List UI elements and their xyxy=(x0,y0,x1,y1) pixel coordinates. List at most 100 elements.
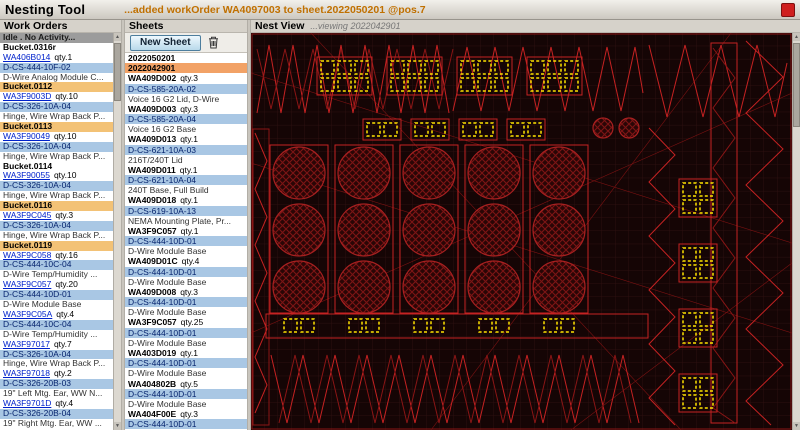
scrollbar-thumb[interactable] xyxy=(793,43,800,127)
nest-scrollbar[interactable]: ▲ ▼ xyxy=(792,33,800,430)
part-number-row[interactable]: D-CS-326-20B-03 xyxy=(0,379,113,390)
scrollbar-thumb[interactable] xyxy=(114,43,121,101)
work-order-row[interactable]: WA409D018 qty.1 xyxy=(125,195,247,205)
work-order-qty: qty.3 xyxy=(55,211,74,221)
top-bar: Nesting Tool ...added workOrder WA409700… xyxy=(0,0,800,20)
work-order-id[interactable]: WA3F9C057 xyxy=(3,280,51,289)
bucket-row[interactable]: Bucket.0119 xyxy=(0,240,113,251)
sheet-tab[interactable]: 2022050201 xyxy=(125,53,247,63)
part-number-row[interactable]: D-CS-619-10A-13 xyxy=(125,205,247,216)
sheets-panel: Sheets New Sheet 2022050201 2022042901 WA4… xyxy=(125,20,247,430)
bucket-row[interactable]: Bucket.0316r xyxy=(0,43,113,53)
nest-canvas[interactable] xyxy=(251,33,792,430)
work-order-row[interactable]: WA404F00E qty.3 xyxy=(125,409,247,419)
work-order-id[interactable]: WA3F97018 xyxy=(3,369,50,378)
scroll-up-icon[interactable]: ▲ xyxy=(793,33,800,41)
work-order-row[interactable]: WA409D011 qty.1 xyxy=(125,165,247,175)
work-order-row[interactable]: WA3F97017 qty.7 xyxy=(0,340,113,350)
work-order-row[interactable]: WA3F9003D qty.10 xyxy=(0,92,113,102)
work-order-qty: qty.3 xyxy=(180,286,198,297)
bucket-row[interactable]: Bucket.0112 xyxy=(0,82,113,93)
trash-icon[interactable] xyxy=(208,36,219,49)
work-order-row[interactable]: WA3F9C057 qty.20 xyxy=(0,280,113,290)
work-order-row[interactable]: WA403D019 qty.1 xyxy=(125,348,247,358)
part-description-row: D-Wire Module Base xyxy=(128,276,207,287)
part-number-row[interactable]: D-CS-444-10C-04 xyxy=(0,260,113,271)
part-number-row[interactable]: D-CS-585-20A-02 xyxy=(125,83,247,94)
work-order-id[interactable]: WA3F9C058 xyxy=(3,251,51,260)
work-order-row[interactable]: WA409D01C qty.4 xyxy=(125,256,247,266)
work-order-row[interactable]: WA3F9C057 qty.25 xyxy=(125,317,247,327)
work-order-id[interactable]: WA3F90049 xyxy=(3,132,50,141)
part-number-row[interactable]: D-CS-444-10C-04 xyxy=(0,319,113,330)
work-order-row[interactable]: WA3F9701D qty.4 xyxy=(0,399,113,409)
work-order-row[interactable]: WA409D008 qty.3 xyxy=(125,287,247,297)
part-number-row[interactable]: D-CS-444-10D-01 xyxy=(125,236,247,247)
app-title: Nesting Tool xyxy=(5,2,86,17)
work-orders-scrollbar[interactable]: ▲ ▼ xyxy=(113,33,121,430)
part-number-row[interactable]: D-CS-326-10A-04 xyxy=(0,102,113,113)
viewing-label: ...viewing 2022042901 xyxy=(310,21,401,31)
part-description-row: D-Wire Module Base xyxy=(128,337,207,348)
part-number-row[interactable]: D-CS-444-10D-01 xyxy=(125,388,247,399)
new-sheet-button[interactable]: New Sheet xyxy=(130,34,201,51)
part-number-row[interactable]: D-CS-326-10A-04 xyxy=(0,349,113,360)
work-order-qty: qty.10 xyxy=(53,131,77,141)
work-order-row[interactable]: WA3F90055 qty.10 xyxy=(0,171,113,181)
bucket-row[interactable]: Bucket.0116 xyxy=(0,201,113,212)
work-order-row[interactable]: WA3F9C058 qty.16 xyxy=(0,251,113,261)
red-app-icon[interactable] xyxy=(781,3,795,17)
work-order-id[interactable]: WA3F97017 xyxy=(3,340,50,349)
work-order-id[interactable]: WA3F90055 xyxy=(3,171,50,180)
work-order-row[interactable]: WA3F90049 qty.10 xyxy=(0,132,113,142)
bucket-row[interactable]: Bucket.0113 xyxy=(0,122,113,132)
scroll-down-icon[interactable]: ▼ xyxy=(793,422,800,430)
work-order-row[interactable]: WA3F97018 qty.2 xyxy=(0,369,113,379)
bucket-row[interactable]: Bucket.0114 xyxy=(0,162,113,172)
part-description-row: D-Wire Module Base xyxy=(128,307,207,318)
part-number-row[interactable]: D-CS-444-10F-02 xyxy=(0,62,113,73)
work-order-qty: qty.5 xyxy=(180,378,198,389)
sheets-header: Sheets xyxy=(125,20,247,33)
scroll-down-icon[interactable]: ▼ xyxy=(114,422,121,430)
part-description-row: 216T/240T Lid xyxy=(128,154,183,165)
work-order-row[interactable]: WA3F9C05A qty.4 xyxy=(0,310,113,320)
work-order-qty: qty.1 xyxy=(180,347,198,358)
part-number-row[interactable]: D-CS-444-10D-01 xyxy=(0,290,113,301)
part-number-row[interactable]: D-CS-444-10D-01 xyxy=(125,297,247,308)
part-number-row[interactable]: D-CS-326-10A-04 xyxy=(0,220,113,231)
part-number-row[interactable]: D-CS-444-10D-01 xyxy=(125,266,247,277)
work-order-id[interactable]: WA3F9003D xyxy=(3,92,51,101)
work-order-qty: qty.4 xyxy=(181,256,200,267)
work-order-id[interactable]: WA3F9C045 xyxy=(3,211,51,220)
nest-view-title: Nest View xyxy=(255,20,305,32)
part-number-row[interactable]: D-CS-326-10A-04 xyxy=(0,181,113,192)
part-description-row: D-Wire Module Base xyxy=(128,246,207,257)
work-order-qty: qty.3 xyxy=(180,409,198,420)
work-order-row[interactable]: WA409D003 qty.3 xyxy=(125,104,247,114)
part-number-row[interactable]: D-CS-444-10D-01 xyxy=(125,327,247,338)
part-number-row[interactable]: D-CS-621-10A-04 xyxy=(125,175,247,186)
work-order-qty: qty.1 xyxy=(179,164,198,175)
part-number-row[interactable]: D-CS-444-10D-01 xyxy=(125,358,247,369)
part-number-row[interactable]: D-CS-326-10A-04 xyxy=(0,141,113,152)
work-order-id[interactable]: WA406B014 xyxy=(3,53,50,62)
work-order-id[interactable]: WA3F9C05A xyxy=(3,310,52,319)
part-number-row[interactable]: D-CS-444-10D-01 xyxy=(125,419,247,430)
work-order-row[interactable]: WA406B014 qty.1 xyxy=(0,53,113,63)
work-order-id[interactable]: WA3F9701D xyxy=(3,399,51,408)
part-number-row[interactable]: D-CS-621-10A-03 xyxy=(125,144,247,155)
work-order-row[interactable]: WA3F9C057 qty.1 xyxy=(125,226,247,236)
part-number-row[interactable]: D-CS-326-20B-04 xyxy=(0,408,113,419)
sheet-tab[interactable]: 2022042901 xyxy=(125,63,247,74)
part-number-row[interactable]: D-CS-585-20A-04 xyxy=(125,114,247,125)
scroll-up-icon[interactable]: ▲ xyxy=(114,33,121,41)
work-order-row[interactable]: WA409D002 qty.3 xyxy=(125,73,247,83)
work-order-row[interactable]: WA409D013 qty.1 xyxy=(125,134,247,144)
part-description-row: Voice 16 G2 Base xyxy=(128,124,197,135)
part-description-row: Hinge, Wire Wrap Back P... xyxy=(3,151,106,161)
work-order-id: WA409D011 xyxy=(128,164,176,175)
work-order-row[interactable]: WA3F9C045 qty.3 xyxy=(0,211,113,221)
work-order-row[interactable]: WA404802B qty.5 xyxy=(125,379,247,389)
work-order-qty: qty.25 xyxy=(180,317,204,328)
